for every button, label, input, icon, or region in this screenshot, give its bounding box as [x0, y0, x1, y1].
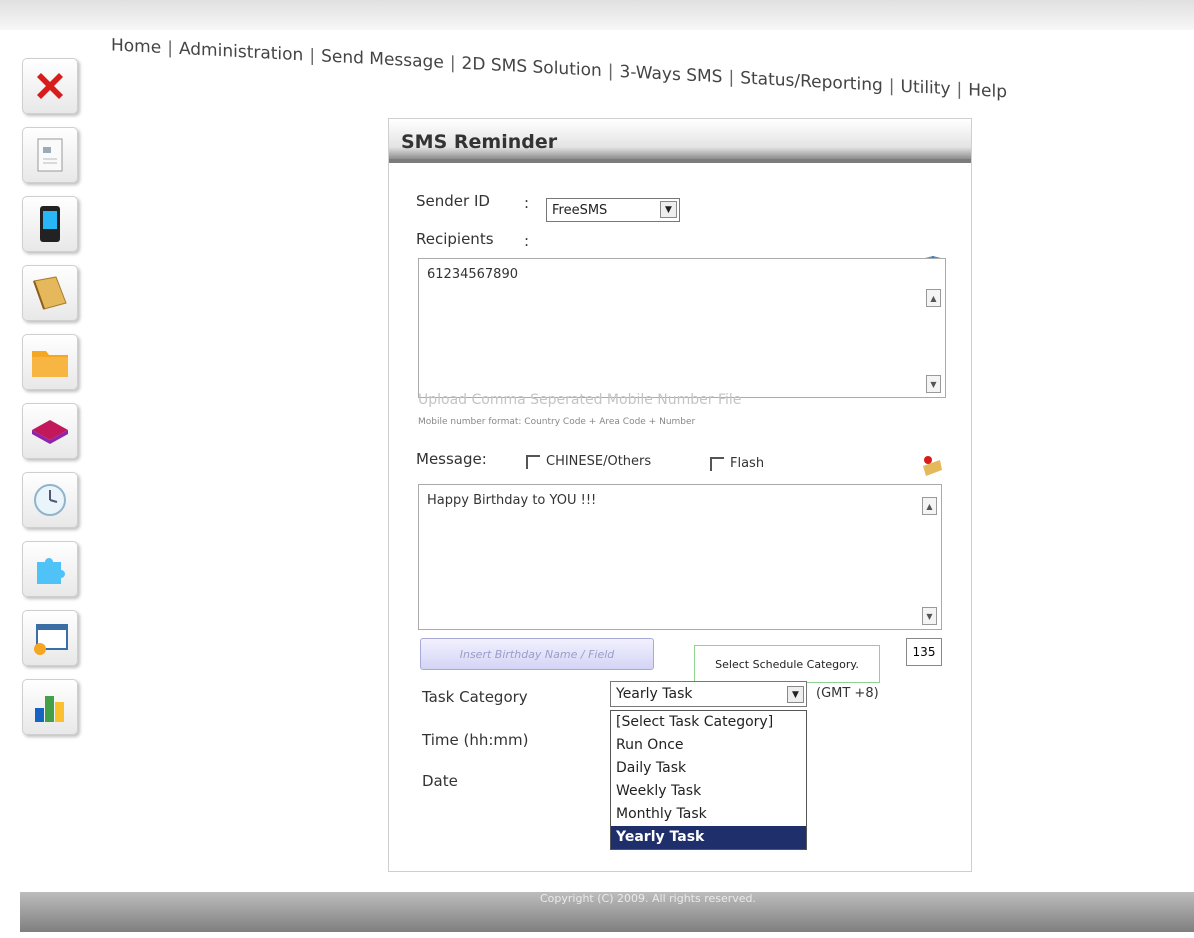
nav-send-message[interactable]: Send Message [315, 46, 450, 73]
checkbox-icon[interactable] [710, 456, 724, 471]
scroll-up-icon[interactable]: ▲ [922, 497, 937, 515]
nav-administration[interactable]: Administration [173, 39, 309, 66]
recipients-label: Recipients [416, 230, 494, 248]
sidebar-phone-button[interactable] [22, 196, 78, 252]
task-category-value: Yearly Task [616, 686, 693, 702]
upload-file-link[interactable]: Upload Comma Seperated Mobile Number Fil… [418, 392, 741, 408]
phone-icon [40, 206, 60, 242]
template-icon[interactable] [920, 452, 946, 480]
book-icon [32, 420, 68, 444]
chinese-label: CHINESE/Others [546, 454, 652, 469]
gmt-label: (GMT +8) [816, 686, 879, 701]
nav-status-reporting[interactable]: Status/Reporting [734, 68, 889, 96]
sidebar-note-button[interactable] [22, 265, 78, 321]
dropdown-option[interactable]: Weekly Task [611, 780, 806, 803]
copyright-text: Copyright (C) 2009. All rights reserved. [540, 892, 757, 905]
dropdown-option[interactable]: Daily Task [611, 757, 806, 780]
sidebar-clock-button[interactable] [22, 472, 78, 528]
sidebar-close-button[interactable] [22, 58, 78, 114]
scroll-up-icon[interactable]: ▲ [926, 289, 941, 307]
nav-utility[interactable]: Utility [895, 76, 957, 100]
recipients-colon: : [524, 232, 530, 250]
footer: Copyright (C) 2009. All rights reserved. [20, 892, 1194, 932]
dropdown-option[interactable]: Run Once [611, 734, 806, 757]
sidebar-puzzle-button[interactable] [22, 541, 78, 597]
sidebar-window-button[interactable] [22, 610, 78, 666]
chart-icon [35, 696, 64, 722]
recipients-value: 61234567890 [427, 267, 518, 282]
number-format-hint: Mobile number format: Country Code + Are… [418, 417, 696, 427]
nav-2d-sms-solution[interactable]: 2D SMS Solution [456, 53, 608, 81]
folder-icon [32, 351, 68, 377]
date-label: Date [422, 772, 458, 790]
nav-3-ways-sms[interactable]: 3-Ways SMS [614, 62, 729, 88]
scroll-down-icon[interactable]: ▼ [922, 607, 937, 625]
sender-id-colon: : [524, 194, 530, 212]
flash-checkbox[interactable]: Flash [710, 456, 764, 471]
task-category-select[interactable]: Yearly Task ▼ [610, 681, 807, 707]
task-category-dropdown[interactable]: [Select Task Category] Run Once Daily Ta… [610, 710, 807, 850]
message-value: Happy Birthday to YOU !!! [427, 493, 597, 508]
sender-id-label: Sender ID [416, 192, 490, 210]
panel-title: SMS Reminder [389, 119, 971, 163]
message-field[interactable]: Happy Birthday to YOU !!! ▲ ▼ [418, 484, 942, 630]
insert-field-button[interactable]: Insert Birthday Name / Field [420, 638, 654, 670]
top-bar [0, 0, 1194, 30]
recipients-field[interactable]: 61234567890 ▲ ▼ [418, 258, 946, 398]
sidebar [22, 58, 80, 748]
sidebar-document-button[interactable] [22, 127, 78, 183]
note-icon [33, 276, 67, 310]
nav-home[interactable]: Home [105, 35, 167, 58]
nav-help[interactable]: Help [962, 80, 1013, 103]
puzzle-icon [37, 558, 65, 584]
dropdown-option[interactable]: Monthly Task [611, 803, 806, 826]
flash-label: Flash [730, 456, 765, 471]
dropdown-option[interactable]: [Select Task Category] [611, 711, 806, 734]
message-label: Message: [416, 450, 487, 468]
sidebar-folder-button[interactable] [22, 334, 78, 390]
sender-id-select[interactable]: FreeSMS ▼ [546, 198, 680, 222]
checkbox-icon[interactable] [526, 454, 540, 469]
scroll-down-icon[interactable]: ▼ [926, 375, 941, 393]
sidebar-book-button[interactable] [22, 403, 78, 459]
time-label: Time (hh:mm) [422, 731, 529, 749]
close-icon [37, 73, 63, 99]
document-icon [37, 138, 63, 172]
sidebar-chart-button[interactable] [22, 679, 78, 735]
character-counter: 135 [906, 638, 942, 666]
chevron-down-icon[interactable]: ▼ [660, 201, 677, 218]
window-icon [34, 624, 68, 655]
clock-icon [34, 484, 66, 516]
sender-id-value: FreeSMS [552, 202, 608, 218]
task-category-label: Task Category [422, 688, 528, 706]
chinese-checkbox[interactable]: CHINESE/Others [526, 454, 651, 469]
dropdown-option-selected[interactable]: Yearly Task [611, 826, 806, 849]
chevron-down-icon[interactable]: ▼ [787, 686, 804, 703]
schedule-tooltip: Select Schedule Category. [694, 645, 880, 683]
